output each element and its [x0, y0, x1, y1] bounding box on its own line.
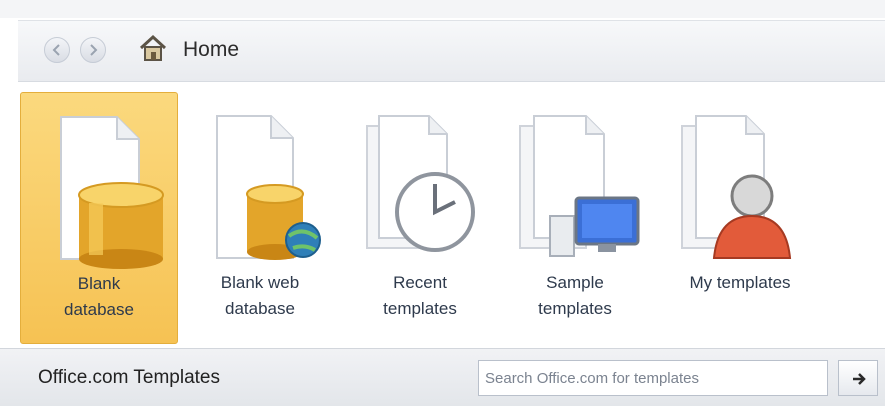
blank-web-database-tile[interactable]: Blank web database [185, 92, 335, 344]
back-button[interactable] [44, 37, 70, 63]
template-search-box[interactable] [478, 360, 828, 396]
sample-templates-icon [519, 115, 640, 257]
blank-database-tile[interactable]: Blank database [20, 92, 178, 344]
home-icon[interactable] [138, 33, 168, 63]
forward-button[interactable] [80, 37, 106, 63]
forward-arrow-icon [90, 44, 98, 56]
blank-web-database-icon [216, 115, 321, 260]
tile-label: My templates [689, 273, 791, 292]
section-title: Office.com Templates [38, 367, 220, 388]
navigation-bar: Home [18, 20, 885, 82]
recent-templates-icon [366, 115, 475, 252]
back-arrow-icon [52, 44, 60, 56]
tile-label: Recent templates [383, 273, 457, 318]
blank-database-icon [60, 116, 164, 269]
arrow-right-icon [853, 373, 866, 385]
tile-label: Sample templates [538, 273, 612, 318]
my-templates-icon [681, 115, 792, 259]
tile-label: Blank database [64, 274, 134, 319]
tile-label: Blank web database [220, 273, 300, 318]
template-search-input[interactable] [479, 361, 827, 395]
office-templates-section: Office.com Templates [0, 348, 885, 406]
my-templates-tile[interactable]: My templates [660, 92, 820, 344]
top-strip [0, 0, 885, 18]
recent-templates-tile[interactable]: Recent templates [345, 92, 495, 344]
search-go-button[interactable] [838, 360, 878, 396]
breadcrumb-home[interactable]: Home [183, 38, 239, 62]
sample-templates-tile[interactable]: Sample templates [500, 92, 650, 344]
